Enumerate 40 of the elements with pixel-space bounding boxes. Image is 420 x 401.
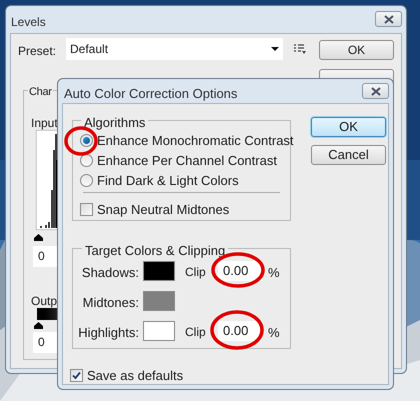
field-label: Midtones: <box>82 294 139 312</box>
field-label: Input <box>31 115 58 132</box>
window-title: Auto Color Correction Options <box>64 85 238 103</box>
radio-button[interactable] <box>80 174 93 188</box>
dropdown-value: Default <box>70 41 108 58</box>
highlight-circle <box>210 310 264 350</box>
radio-label[interactable]: Enhance Monochromatic Contrast <box>97 131 294 150</box>
button[interactable]: OK <box>319 40 394 60</box>
field-label: Outp <box>31 293 58 310</box>
field-label: Clip <box>185 324 206 341</box>
checkbox-label[interactable]: Snap Neutral Midtones <box>97 200 230 220</box>
field-label: Highlights: <box>77 324 139 342</box>
radio-button[interactable] <box>80 134 93 148</box>
window-title: Levels <box>11 14 46 31</box>
color-swatch[interactable] <box>143 261 175 281</box>
list-menu-icon[interactable] <box>294 44 306 54</box>
color-swatch[interactable] <box>143 291 175 311</box>
unit-label: % <box>268 324 280 342</box>
radio-label[interactable]: Find Dark & Light Colors <box>97 171 239 190</box>
preset-dropdown[interactable]: Default <box>66 38 283 60</box>
close-icon <box>370 86 380 96</box>
checkbox[interactable] <box>80 203 93 216</box>
color-swatch[interactable] <box>143 321 175 341</box>
radio-label[interactable]: Enhance Per Channel Contrast <box>97 151 277 170</box>
radio-button[interactable] <box>80 154 93 168</box>
unit-label: % <box>268 264 280 282</box>
clip-input-field[interactable]: 0.00 <box>218 261 262 281</box>
close-icon <box>384 14 394 24</box>
close-button[interactable] <box>375 11 402 27</box>
checkbox-label[interactable]: Save as defaults <box>87 366 184 386</box>
slider-handle-icon[interactable] <box>34 322 43 329</box>
close-button[interactable] <box>362 83 389 99</box>
field-label: Preset: <box>18 43 56 60</box>
checkbox[interactable] <box>70 369 83 382</box>
dropdown-arrow-icon <box>271 47 279 51</box>
button[interactable]: Cancel <box>311 145 386 165</box>
button[interactable]: OK <box>311 117 386 137</box>
field-label: Clip <box>185 264 206 281</box>
clip-input-field[interactable]: 0.00 <box>218 321 262 341</box>
field-label: Shadows: <box>80 264 139 282</box>
